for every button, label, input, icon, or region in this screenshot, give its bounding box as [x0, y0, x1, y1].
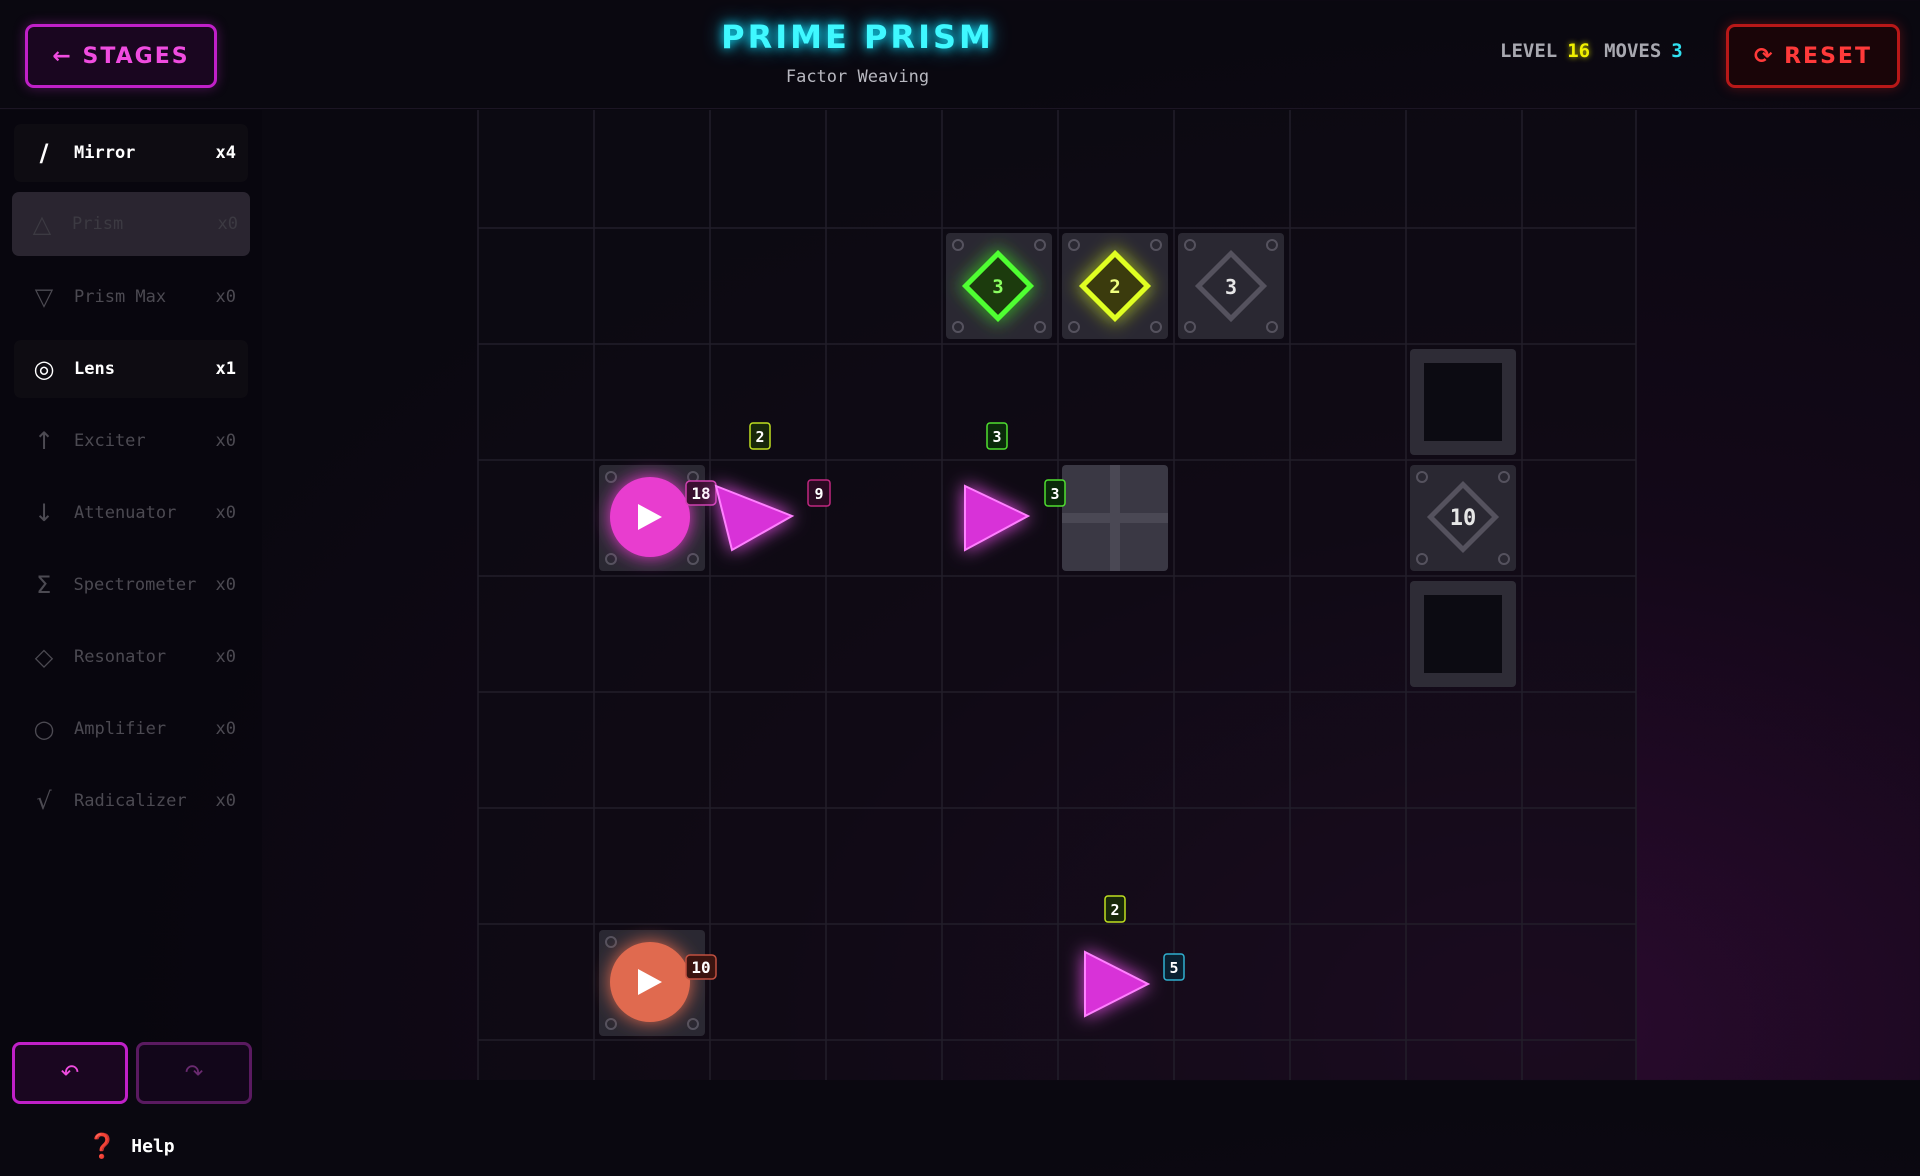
- svg-text:3: 3: [992, 428, 1001, 446]
- beam-badge: 9: [807, 479, 831, 507]
- beam-badge: 3: [986, 422, 1008, 450]
- source-tile-bottom[interactable]: 10: [599, 930, 717, 1036]
- target-tile-yellow[interactable]: 2: [1062, 233, 1168, 339]
- help-label: Help: [131, 1135, 175, 1157]
- svg-text:3: 3: [1050, 485, 1059, 503]
- question-icon: ❓: [87, 1132, 118, 1160]
- svg-text:2: 2: [1110, 901, 1119, 919]
- beam-badge: 3: [1044, 479, 1066, 507]
- source-tile-top[interactable]: 18: [599, 465, 717, 571]
- target-tile-gray[interactable]: 3: [1178, 233, 1284, 339]
- svg-text:9: 9: [814, 485, 823, 503]
- target-value-label: 3: [1225, 275, 1237, 299]
- source-value-label: 10: [691, 958, 710, 977]
- beam-badge: 2: [749, 422, 771, 450]
- source-value-label: 18: [691, 484, 710, 503]
- target-value-label: 3: [992, 276, 1003, 298]
- target-tile-right[interactable]: 10: [1410, 465, 1516, 571]
- beam-badge: 2: [1104, 895, 1126, 923]
- help-button[interactable]: ❓ Help: [14, 1116, 248, 1176]
- target-tile-green[interactable]: 3: [946, 233, 1052, 339]
- svg-text:5: 5: [1169, 959, 1178, 977]
- target-value-label: 2: [1109, 276, 1120, 298]
- target-value-label: 10: [1450, 506, 1477, 531]
- game-board[interactable]: 18 10 3 2 3 10 2 9 3 3 2 5: [0, 0, 1920, 1080]
- beam-badge: 5: [1163, 953, 1185, 981]
- beam-crossing-tile[interactable]: [1062, 465, 1168, 571]
- svg-text:2: 2: [755, 428, 764, 446]
- blocker-tile-lower: [1410, 581, 1516, 687]
- blocker-tile-upper: [1410, 349, 1516, 455]
